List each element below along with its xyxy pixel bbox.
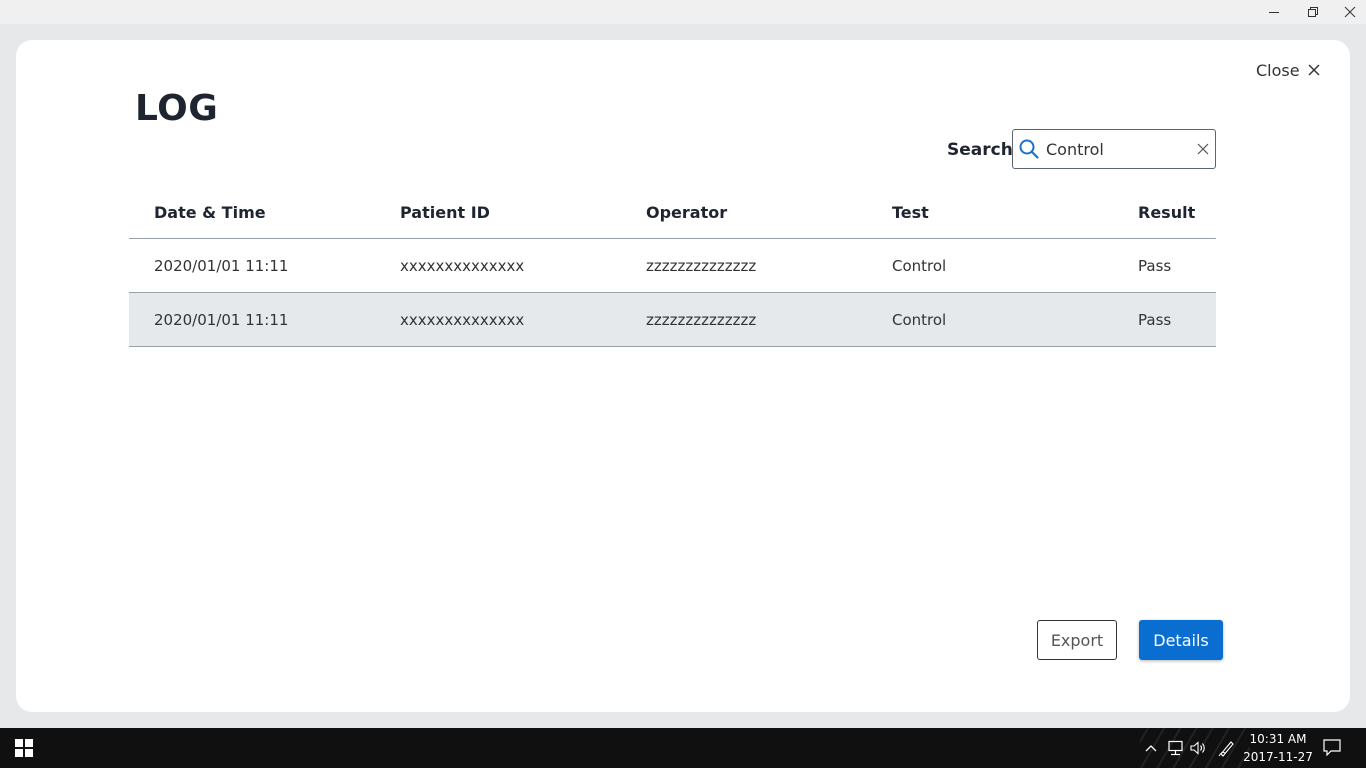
taskbar: 10:31 AM 2017-11-27 — [0, 728, 1366, 768]
close-button[interactable]: Close — [1256, 58, 1320, 82]
pen-workspace-button[interactable] — [1217, 738, 1237, 758]
cell-test: Control — [892, 310, 947, 329]
column-header-datetime[interactable]: Date & Time — [129, 203, 375, 222]
minimize-icon — [1269, 12, 1279, 13]
volume-icon — [1190, 741, 1205, 755]
log-dialog: Close LOG Search Date & Time Patient ID … — [16, 40, 1350, 712]
log-table: Date & Time Patient ID Operator Test Res… — [129, 186, 1216, 347]
show-hidden-icons-button[interactable] — [1141, 738, 1161, 758]
cell-test: Control — [892, 256, 947, 275]
minimize-button[interactable] — [1255, 0, 1293, 24]
table-header: Date & Time Patient ID Operator Test Res… — [129, 186, 1216, 239]
cell-result: Pass — [1138, 256, 1172, 275]
network-button[interactable] — [1165, 738, 1185, 758]
search-input[interactable] — [1046, 136, 1186, 162]
column-header-result[interactable]: Result — [1113, 203, 1216, 222]
action-center-button[interactable] — [1322, 738, 1344, 758]
clock-date: 2017-11-27 — [1243, 750, 1313, 764]
cell-operator: zzzzzzzzzzzzzz — [646, 256, 757, 275]
chevron-up-icon — [1145, 745, 1157, 752]
cell-datetime: 2020/01/01 11:11 — [154, 310, 289, 329]
column-header-operator[interactable]: Operator — [621, 203, 867, 222]
windows-start-icon — [15, 739, 33, 757]
table-row[interactable]: 2020/01/01 11:11 xxxxxxxxxxxxxx zzzzzzzz… — [129, 239, 1216, 293]
volume-button[interactable] — [1188, 738, 1208, 758]
window-titlebar — [0, 0, 1366, 24]
cell-datetime: 2020/01/01 11:11 — [154, 256, 289, 275]
details-button[interactable]: Details — [1139, 620, 1223, 660]
window-close-icon — [1344, 6, 1356, 18]
maximize-button[interactable] — [1294, 0, 1332, 24]
page-title: LOG — [135, 88, 219, 129]
column-header-patient-id[interactable]: Patient ID — [375, 203, 621, 222]
cell-result: Pass — [1138, 310, 1172, 329]
search-icon — [1019, 139, 1039, 159]
clear-icon[interactable] — [1197, 143, 1209, 155]
cell-patient-id: xxxxxxxxxxxxxx — [400, 310, 525, 329]
column-header-test[interactable]: Test — [867, 203, 1113, 222]
cell-patient-id: xxxxxxxxxxxxxx — [400, 256, 525, 275]
notification-icon — [1323, 739, 1341, 757]
search-label: Search — [947, 140, 1013, 160]
table-row-selected[interactable]: 2020/01/01 11:11 xxxxxxxxxxxxxx zzzzzzzz… — [129, 293, 1216, 347]
close-label: Close — [1256, 60, 1300, 80]
search-field[interactable] — [1012, 129, 1216, 169]
clock-time: 10:31 AM — [1249, 732, 1307, 746]
cell-operator: zzzzzzzzzzzzzz — [646, 310, 757, 329]
window-close-button[interactable] — [1331, 0, 1366, 24]
close-icon — [1308, 64, 1320, 76]
start-button[interactable] — [0, 728, 48, 768]
network-icon — [1168, 740, 1183, 756]
taskbar-clock[interactable]: 10:31 AM 2017-11-27 — [1242, 730, 1314, 766]
export-button[interactable]: Export — [1037, 620, 1117, 660]
restore-icon — [1308, 7, 1318, 17]
pen-icon — [1218, 741, 1234, 757]
